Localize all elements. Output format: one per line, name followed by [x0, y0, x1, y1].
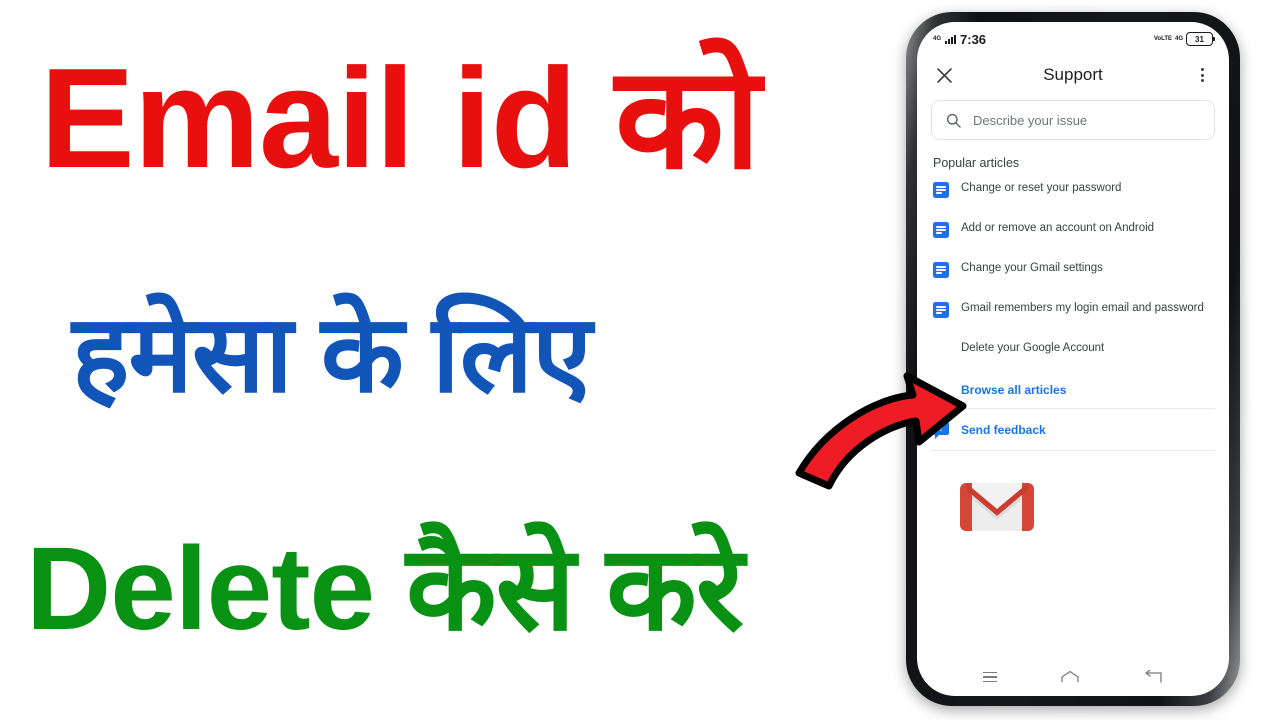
arrow-icon — [795, 372, 967, 490]
volte-icon: VoLTE — [1154, 36, 1172, 42]
headline-line-1: Email id को — [40, 39, 761, 198]
signal-bars-icon — [945, 34, 957, 44]
section-heading-popular-articles: Popular articles — [933, 156, 1020, 170]
popular-articles-list: Change or reset your password Add or rem… — [917, 174, 1229, 374]
headline-line-3: Delete कैसे करे — [26, 523, 744, 655]
list-item[interactable]: Change your Gmail settings — [917, 254, 1229, 294]
app-bar: Support — [917, 52, 1229, 98]
article-icon — [933, 182, 949, 198]
status-bar-right: VoLTE 4G 31 — [1154, 32, 1215, 46]
status-bar-left: 4G 7:36 — [933, 32, 986, 47]
overflow-menu-button[interactable] — [1189, 62, 1215, 88]
article-label: Change your Gmail settings — [961, 262, 1103, 274]
article-icon — [933, 302, 949, 318]
back-icon[interactable] — [1143, 670, 1163, 684]
article-label: Gmail remembers my login email and passw… — [961, 302, 1204, 314]
search-icon — [946, 113, 961, 128]
kebab-menu-icon — [1200, 68, 1204, 82]
list-item[interactable]: Add or remove an account on Android — [917, 214, 1229, 254]
close-icon — [936, 67, 952, 83]
headline-line-2: हमेसा के लिए — [72, 293, 592, 414]
phone-device-frame: 4G 7:36 VoLTE 4G 31 Support Describe you… — [906, 12, 1240, 706]
right-network-label: 4G — [1174, 36, 1183, 42]
volte-label: VoLTE — [1153, 36, 1172, 42]
phone-screen: 4G 7:36 VoLTE 4G 31 Support Describe you… — [917, 22, 1229, 696]
article-icon — [933, 262, 949, 278]
article-label: Change or reset your password — [961, 182, 1122, 194]
list-item[interactable]: Change or reset your password — [917, 174, 1229, 214]
right-network-icon: 4G — [1175, 36, 1183, 42]
article-label: Add or remove an account on Android — [961, 222, 1155, 234]
search-input[interactable]: Describe your issue — [931, 100, 1215, 140]
list-item[interactable]: Gmail remembers my login email and passw… — [917, 294, 1229, 334]
search-placeholder: Describe your issue — [973, 112, 1088, 128]
status-bar: 4G 7:36 VoLTE 4G 31 — [917, 22, 1229, 52]
close-button[interactable] — [931, 62, 957, 88]
android-navigation-bar — [917, 664, 1229, 690]
battery-icon: 31 — [1186, 32, 1215, 46]
article-icon — [933, 222, 949, 238]
home-icon[interactable] — [1060, 670, 1080, 684]
send-feedback-label: Send feedback — [961, 422, 1046, 437]
network-type-label: 4G — [933, 36, 942, 42]
article-label: Delete your Google Account — [961, 342, 1105, 354]
red-arrow-annotation — [795, 368, 970, 493]
thumbnail-text-area: Email id को हमेसा के लिए Delete कैसे करे — [0, 0, 890, 720]
battery-level-label: 31 — [1195, 34, 1204, 44]
recents-icon[interactable] — [982, 672, 997, 682]
network-type-icon: 4G — [933, 36, 941, 42]
page-title: Support — [1043, 65, 1103, 84]
status-bar-clock: 7:36 — [960, 31, 987, 47]
